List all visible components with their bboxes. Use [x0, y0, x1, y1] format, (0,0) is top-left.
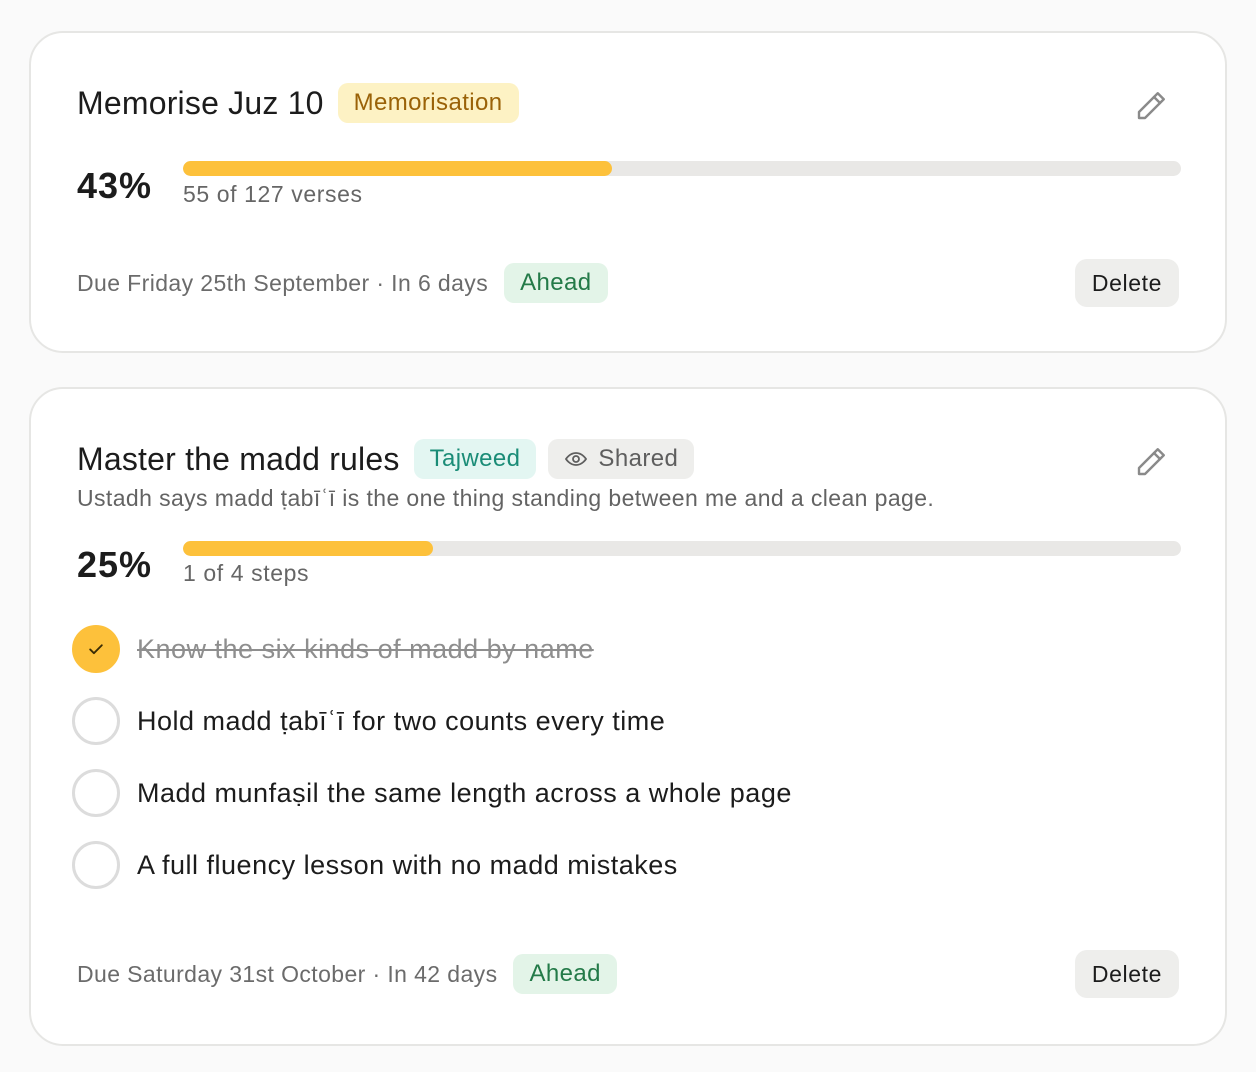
step-item[interactable]: Know the six kinds of madd by name: [72, 625, 792, 673]
checkmark-icon: [89, 644, 103, 655]
goal-footer: Due Friday 25th September · In 6 days Ah…: [77, 259, 1179, 307]
category-badge: Memorisation: [337, 83, 519, 123]
category-badge: Tajweed: [413, 439, 537, 479]
goal-card: Master the madd rules Tajweed Shared Ust…: [29, 387, 1227, 1046]
progress-fill: [183, 161, 613, 176]
delete-button[interactable]: Delete: [1074, 950, 1179, 998]
progress-bar: [183, 541, 1181, 556]
step-label: Madd munfaṣil the same length across a w…: [137, 777, 792, 808]
step-item[interactable]: A full fluency lesson with no madd mista…: [72, 841, 792, 889]
step-item[interactable]: Madd munfaṣil the same length across a w…: [72, 769, 792, 817]
delete-button[interactable]: Delete: [1074, 259, 1179, 307]
progress-bar: [183, 161, 1181, 176]
shared-label: Shared: [598, 445, 679, 472]
step-checkbox[interactable]: [72, 697, 120, 745]
step-label: Hold madd ṭabīʿī for two counts every ti…: [137, 705, 666, 736]
goal-header: Memorise Juz 10 Memorisation: [77, 81, 531, 125]
step-checkbox[interactable]: [72, 841, 120, 889]
goal-card: Memorise Juz 10 Memorisation 43% 55 of 1…: [29, 31, 1227, 353]
step-label: A full fluency lesson with no madd mista…: [137, 849, 678, 880]
progress-label: 55 of 127 verses: [183, 181, 363, 207]
shared-badge: Shared: [548, 439, 695, 479]
step-item[interactable]: Hold madd ṭabīʿī for two counts every ti…: [72, 697, 792, 745]
progress-fill: [183, 541, 433, 556]
goal-header: Master the madd rules Tajweed Shared: [77, 437, 706, 481]
pencil-icon: [1137, 448, 1165, 476]
goal-note: Ustadh says madd ṭabīʿī is the one thing…: [77, 485, 935, 511]
goal-title: Master the madd rules: [77, 440, 400, 477]
goal-title: Memorise Juz 10: [77, 84, 324, 121]
progress-percent: 25%: [77, 544, 153, 585]
step-checkbox[interactable]: [72, 625, 120, 673]
due-date: Due Saturday 31st October · In 42 days: [77, 960, 498, 987]
edit-goal-button[interactable]: [1133, 88, 1169, 124]
step-label: Know the six kinds of madd by name: [137, 633, 594, 664]
step-checkbox[interactable]: [72, 769, 120, 817]
progress-percent: 43%: [77, 165, 153, 206]
status-badge: Ahead: [504, 263, 608, 303]
edit-goal-button[interactable]: [1133, 444, 1169, 480]
due-date: Due Friday 25th September · In 6 days: [77, 269, 489, 296]
eye-icon: [565, 452, 588, 466]
progress-label: 1 of 4 steps: [183, 560, 310, 586]
pencil-icon: [1137, 92, 1165, 120]
status-badge: Ahead: [513, 954, 617, 994]
goal-footer: Due Saturday 31st October · In 42 days A…: [77, 950, 1179, 998]
step-list: Know the six kinds of madd by name Hold …: [72, 625, 792, 913]
